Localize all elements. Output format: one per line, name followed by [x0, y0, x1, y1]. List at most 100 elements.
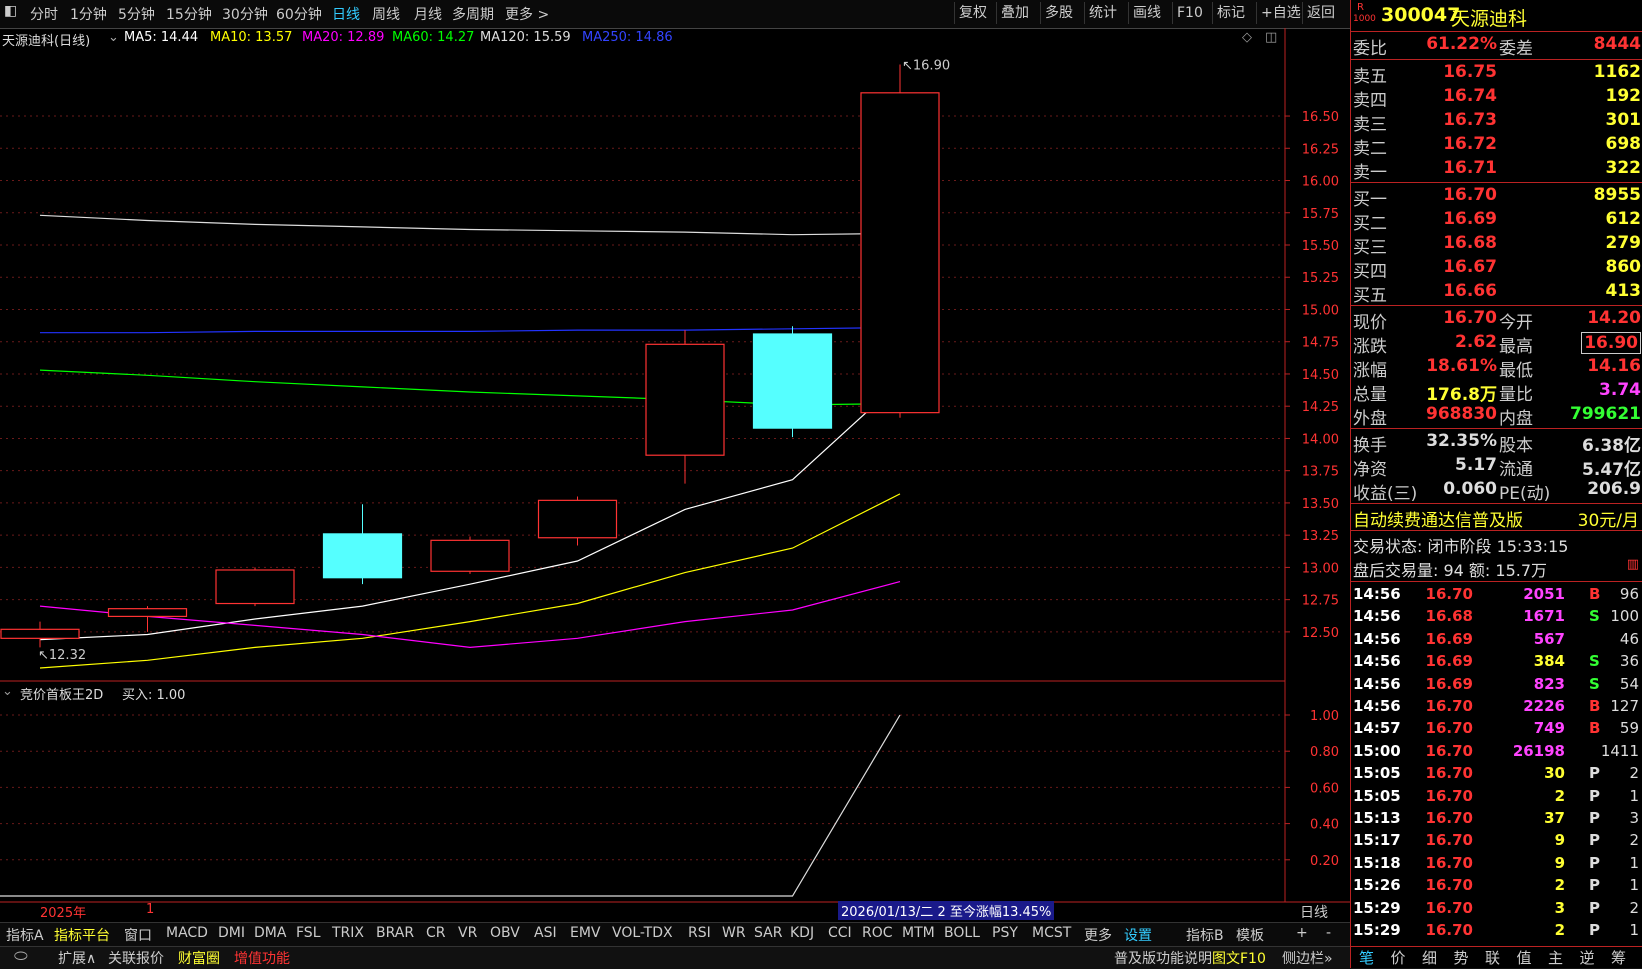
indicator-tab[interactable]: FSL [296, 925, 321, 941]
window-icon[interactable]: ◧ [4, 3, 17, 19]
ask-price: 16.71 [1443, 158, 1497, 178]
indicator-tab[interactable]: BOLL [944, 925, 980, 941]
indicator-right-button[interactable]: - [1326, 925, 1331, 941]
period-tab[interactable]: 分时 [30, 4, 58, 24]
period-tab[interactable]: 更多 > [505, 4, 549, 24]
toggle-switch-icon[interactable]: ⬭ [14, 946, 28, 966]
indicator-tab[interactable]: 指标A [6, 925, 44, 945]
tick-count: 1411 [1600, 741, 1639, 760]
toolbar-button[interactable]: 复权 [954, 2, 991, 24]
status-right-item[interactable]: 侧边栏» [1282, 948, 1333, 968]
status-item[interactable]: 财富圈 [178, 948, 220, 968]
indicator-tab[interactable]: 设置 [1124, 925, 1152, 945]
row-value: 176.8万 [1426, 385, 1497, 405]
indicator-tab[interactable]: SAR [754, 925, 782, 941]
period-tab[interactable]: 日线 [332, 4, 360, 24]
indicator-tab[interactable]: ROC [862, 925, 893, 941]
y-tick-label: 15.00 [1302, 303, 1339, 318]
indicator-tab[interactable]: KDJ [790, 925, 814, 941]
indicator-right-button[interactable]: 指标B [1186, 925, 1224, 945]
period-tab[interactable]: 5分钟 [118, 4, 155, 24]
side-tab[interactable]: 势 [1454, 947, 1469, 968]
promo-text[interactable]: 自动续费通达信普及版 [1353, 506, 1523, 531]
tick-count: 2 [1629, 831, 1639, 850]
ask-price: 16.74 [1443, 86, 1497, 106]
status-item[interactable]: 关联报价 [108, 948, 164, 968]
kline-chart[interactable]: 16.50 16.25 16.00 15.75 15.50 15.25 15.00 14.75… [0, 28, 1350, 922]
status-item[interactable]: 增值功能 [234, 948, 290, 968]
indicator-tab[interactable]: MCST [1032, 925, 1071, 941]
chart-small-icon[interactable]: ▥ [1627, 557, 1639, 572]
row-value: 16.70 [1443, 308, 1497, 328]
period-tab[interactable]: 60分钟 [276, 4, 322, 24]
row-value-2: 6.38亿 [1582, 436, 1641, 456]
indicator-tab[interactable]: CCI [828, 925, 852, 941]
tick-time: 14:57 [1353, 719, 1401, 738]
indicator-tab[interactable]: DMI [218, 925, 245, 941]
indicator-title: 竞价首板王2D [20, 688, 104, 703]
period-tab[interactable]: 多周期 [452, 4, 494, 24]
toolbar-button[interactable]: 返回 [1302, 2, 1339, 24]
indicator-tab[interactable]: 更多 [1084, 925, 1112, 945]
indicator-tab[interactable]: 窗口 [124, 925, 152, 945]
y-tick-label: 12.50 [1302, 626, 1339, 641]
indicator-tab[interactable]: EMV [570, 925, 601, 941]
tick-row: 14:56 16.70 2226 B 127 [1351, 696, 1642, 718]
toolbar-button[interactable]: 标记 [1212, 2, 1249, 24]
tick-time: 15:05 [1353, 786, 1401, 805]
row-value: 61.22% [1426, 34, 1497, 54]
indicator-tab[interactable]: BRAR [376, 925, 414, 941]
toolbar-button[interactable]: +自选 [1256, 2, 1305, 24]
period-tab[interactable]: 1分钟 [70, 4, 107, 24]
side-tab[interactable]: 价 [1391, 947, 1406, 968]
period-tab[interactable]: 月线 [414, 4, 442, 24]
indicator-tab[interactable]: VOL-TDX [612, 925, 673, 941]
indicator-tab[interactable]: 指标平台 [54, 925, 110, 945]
indicator-right-button[interactable]: + [1296, 925, 1308, 941]
indicator-y-tick-label: 0.60 [1310, 781, 1339, 796]
side-tab[interactable]: 主 [1548, 947, 1563, 968]
indicator-tab[interactable]: DMA [254, 925, 286, 941]
indicator-chevron-icon[interactable]: ⌄ [2, 684, 13, 699]
toolbar-button[interactable]: 叠加 [996, 2, 1033, 24]
status-right-item[interactable]: 普及版功能说明 [1114, 948, 1212, 968]
row-value-2: 799621 [1570, 404, 1641, 424]
indicator-tab[interactable]: TRIX [332, 925, 364, 941]
indicator-tab[interactable]: OBV [490, 925, 520, 941]
ask-price: 16.72 [1443, 134, 1497, 154]
indicator-tab[interactable]: MTM [902, 925, 935, 941]
indicator-tab[interactable]: PSY [992, 925, 1018, 941]
toolbar-button[interactable]: 统计 [1084, 2, 1121, 24]
indicator-tab[interactable]: RSI [688, 925, 711, 941]
side-tab[interactable]: 筹 [1611, 947, 1626, 968]
period-tab[interactable]: 30分钟 [222, 4, 268, 24]
tick-volume: 30 [1544, 764, 1565, 783]
promo-row[interactable]: 自动续费通达信普及版 30元/月 [1351, 505, 1642, 531]
bid-row: 买二 16.69 612 [1351, 208, 1642, 234]
side-tab[interactable]: 联 [1485, 947, 1500, 968]
ask-label: 卖四 [1353, 91, 1387, 111]
indicator-tab[interactable]: VR [458, 925, 477, 941]
period-tab[interactable]: 周线 [372, 4, 400, 24]
indicator-tab[interactable]: MACD [166, 925, 208, 941]
tick-price: 16.70 [1425, 697, 1473, 715]
indicator-right-button[interactable]: 模板 [1236, 925, 1264, 945]
row-value: 2.62 [1455, 332, 1497, 352]
side-tab[interactable]: 值 [1517, 947, 1532, 968]
indicator-tab[interactable]: CR [426, 925, 446, 941]
period-tab[interactable]: 15分钟 [166, 4, 212, 24]
status-right-item[interactable]: 图文F10 [1212, 948, 1266, 968]
side-tab[interactable]: 逆 [1580, 947, 1595, 968]
status-item[interactable]: 扩展∧ [58, 948, 96, 968]
indicator-tab[interactable]: ASI [534, 925, 557, 941]
indicator-y-tick-label: 0.80 [1310, 745, 1339, 760]
toolbar-button[interactable]: 画线 [1128, 2, 1165, 24]
indicator-tab[interactable]: WR [722, 925, 746, 941]
tick-row: 15:29 16.70 2 P 1 [1351, 920, 1642, 942]
side-tab[interactable]: 细 [1422, 947, 1437, 968]
toolbar-button[interactable]: F10 [1172, 2, 1207, 24]
side-tab[interactable]: 笔 [1359, 947, 1374, 968]
toolbar-button[interactable]: 多股 [1040, 2, 1077, 24]
tick-row: 15:00 16.70 26198 1411 [1351, 741, 1642, 763]
promo-price[interactable]: 30元/月 [1578, 506, 1639, 531]
